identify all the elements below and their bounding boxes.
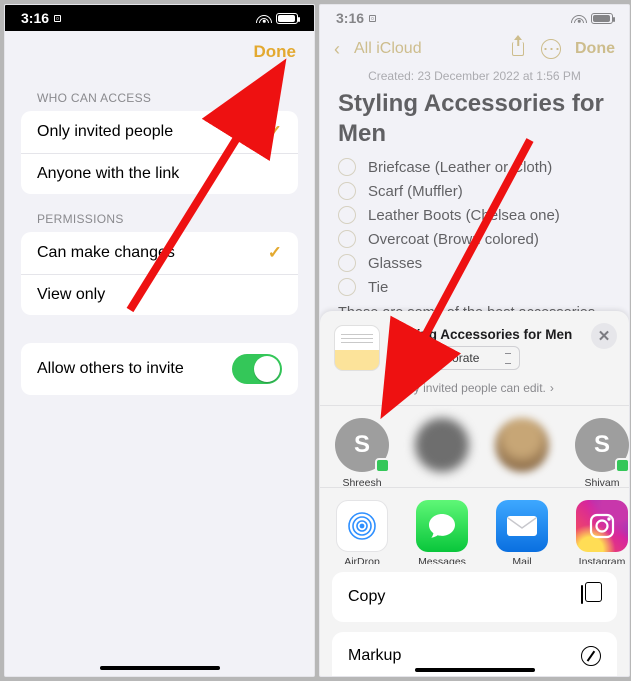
contact-blurred[interactable] xyxy=(492,418,552,479)
left-phone: 3:16 Done WHO CAN ACCESS Only invited pe… xyxy=(4,4,315,677)
permissions-list: Can make changes ✓ View only xyxy=(21,232,298,315)
notes-app-icon xyxy=(334,325,380,371)
presence-badge-icon xyxy=(375,458,390,473)
checkbox-icon[interactable] xyxy=(338,230,356,248)
share-title: Styling Accessories for Men xyxy=(392,327,572,342)
person-icon xyxy=(401,352,412,363)
mail-app[interactable]: Mail xyxy=(492,500,552,558)
contact-shreesh[interactable]: S Shreesh xyxy=(332,418,392,479)
messages-icon xyxy=(416,500,468,552)
copy-icon xyxy=(581,586,601,608)
contact-shivam[interactable]: S Shivam xyxy=(572,418,629,479)
view-only-row[interactable]: View only xyxy=(21,274,298,315)
copy-label: Copy xyxy=(348,588,385,606)
sim-icon xyxy=(54,15,61,22)
share-sheet-header: Styling Accessories for Men Collaborate … xyxy=(320,311,629,379)
close-button[interactable]: ✕ xyxy=(591,323,617,349)
who-can-access-label: WHO CAN ACCESS xyxy=(5,91,314,111)
permissions-label: PERMISSIONS xyxy=(5,212,314,232)
note-body[interactable]: Styling Accessories for Men Briefcase (L… xyxy=(320,89,629,337)
status-time: 3:16 xyxy=(336,10,364,26)
status-bar: 3:16 xyxy=(320,5,629,31)
allow-others-toggle[interactable] xyxy=(232,354,282,384)
markup-icon xyxy=(581,646,601,666)
view-only-label: View only xyxy=(37,286,105,304)
only-invited-row[interactable]: Only invited people ✓ xyxy=(21,111,298,153)
back-chevron-icon[interactable]: ‹ xyxy=(334,40,340,58)
people-row[interactable]: S Shreesh S Shivam xyxy=(320,406,629,487)
checkbox-icon[interactable] xyxy=(338,206,356,224)
check-icon: ✓ xyxy=(268,122,282,142)
mail-icon xyxy=(496,500,548,552)
chevron-right-icon: › xyxy=(550,381,554,395)
wifi-icon xyxy=(572,13,586,23)
can-make-changes-label: Can make changes xyxy=(37,244,175,262)
home-indicator[interactable] xyxy=(415,668,535,673)
share-sheet: Styling Accessories for Men Collaborate … xyxy=(320,311,629,676)
checklist-item[interactable]: Scarf (Muffler) xyxy=(338,179,611,203)
messages-app[interactable]: Messages xyxy=(412,500,472,558)
status-time: 3:16 xyxy=(21,10,49,26)
navbar: ‹ All iCloud Done xyxy=(320,31,629,67)
actions-list: Copy Markup xyxy=(320,564,629,676)
battery-icon xyxy=(276,13,298,24)
done-button[interactable]: Done xyxy=(575,40,615,58)
right-phone: 3:16 ‹ All iCloud Done Created: 23 Decem… xyxy=(319,4,630,677)
checkbox-icon[interactable] xyxy=(338,182,356,200)
can-make-changes-row[interactable]: Can make changes ✓ xyxy=(21,232,298,274)
markup-label: Markup xyxy=(348,647,401,665)
back-label[interactable]: All iCloud xyxy=(354,40,422,58)
allow-others-label: Allow others to invite xyxy=(37,360,184,378)
checkbox-icon[interactable] xyxy=(338,278,356,296)
note-title: Styling Accessories for Men xyxy=(338,89,611,149)
anyone-with-link-label: Anyone with the link xyxy=(37,165,179,183)
collaborate-picker[interactable]: Collaborate xyxy=(392,346,520,370)
share-subline[interactable]: Only invited people can edit. › xyxy=(320,379,629,405)
copy-action[interactable]: Copy xyxy=(332,572,617,622)
collaborate-label: Collaborate xyxy=(418,351,479,365)
anyone-with-link-row[interactable]: Anyone with the link xyxy=(21,153,298,194)
instagram-app[interactable]: Instagram xyxy=(572,500,629,558)
home-indicator[interactable] xyxy=(100,666,220,671)
checklist-item[interactable]: Glasses xyxy=(338,251,611,275)
wifi-icon xyxy=(257,13,271,23)
status-bar: 3:16 xyxy=(5,5,314,31)
sim-icon xyxy=(369,15,376,22)
checklist: Briefcase (Leather or Cloth) Scarf (Muff… xyxy=(338,155,611,299)
battery-icon xyxy=(591,13,613,24)
apps-row[interactable]: AirDrop Messages Mail xyxy=(320,488,629,564)
checklist-item[interactable]: Leather Boots (Chelsea one) xyxy=(338,203,611,227)
who-can-access-list: Only invited people ✓ Anyone with the li… xyxy=(21,111,298,194)
checklist-item[interactable]: Briefcase (Leather or Cloth) xyxy=(338,155,611,179)
only-invited-label: Only invited people xyxy=(37,123,173,141)
created-timestamp: Created: 23 December 2022 at 1:56 PM xyxy=(320,67,629,89)
checkbox-icon[interactable] xyxy=(338,254,356,272)
share-icon[interactable] xyxy=(509,39,527,59)
checklist-item[interactable]: Overcoat (Brown colored) xyxy=(338,227,611,251)
instagram-icon xyxy=(576,500,628,552)
done-button[interactable]: Done xyxy=(254,42,297,62)
airdrop-app[interactable]: AirDrop xyxy=(332,500,392,558)
sheet-header: Done xyxy=(5,31,314,73)
more-icon[interactable] xyxy=(541,39,561,59)
checklist-item[interactable]: Tie xyxy=(338,275,611,299)
presence-badge-icon xyxy=(615,458,629,473)
allow-others-row: Allow others to invite xyxy=(21,343,298,395)
check-icon: ✓ xyxy=(268,243,282,263)
contact-blurred[interactable] xyxy=(412,418,472,479)
checkbox-icon[interactable] xyxy=(338,158,356,176)
airdrop-icon xyxy=(336,500,388,552)
allow-others-list: Allow others to invite xyxy=(21,343,298,395)
